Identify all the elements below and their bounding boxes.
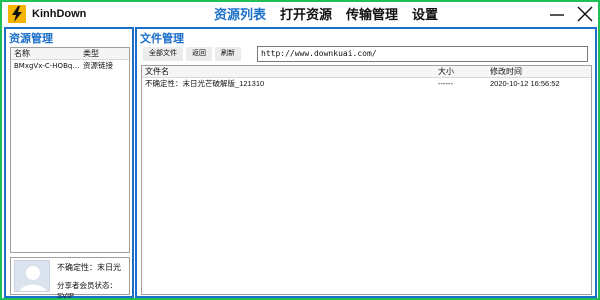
file-panel-title: 文件管理 [140,33,184,45]
column-size[interactable]: 大小 [438,66,454,78]
app-window: KinhDown 资源列表 打开资源 传输管理 设置 资源管理 名称 类型 BM… [0,0,600,300]
resource-type: 资源链接 [83,61,113,70]
nav-transfer-manager[interactable]: 传输管理 [346,6,398,24]
nav-open-resource[interactable]: 打开资源 [280,6,332,24]
refresh-button[interactable]: 刷新 [215,47,241,61]
file-panel: 文件管理 全部文件 返回 刷新 http://www.downkuai.com/… [135,27,597,298]
column-modified[interactable]: 修改时间 [490,66,522,78]
path-input[interactable]: http://www.downkuai.com/ [257,46,588,62]
file-table[interactable]: 文件名 大小 修改时间 不确定性：末日光芒破解版_121310 ------ 2… [141,65,592,295]
resource-name: BMxgVx-C-HOBq… [14,62,80,70]
back-button[interactable]: 返回 [186,47,212,61]
close-icon[interactable] [576,5,594,23]
user-card: 不确定性：末日光 分享者会员状态：SVIP [10,257,130,300]
resource-list[interactable]: 名称 类型 BMxgVx-C-HOBq… 资源链接 [10,47,130,253]
main-nav: 资源列表 打开资源 传输管理 设置 [214,6,438,24]
column-filename[interactable]: 文件名 [145,66,169,78]
column-name[interactable]: 名称 [11,48,83,59]
minimize-icon[interactable] [548,5,566,23]
title-bar: KinhDown 资源列表 打开资源 传输管理 设置 [2,2,598,28]
file-table-header: 文件名 大小 修改时间 [142,66,591,78]
user-name: 不确定性：末日光 [57,263,121,272]
resource-row[interactable]: BMxgVx-C-HOBq… 资源链接 [11,60,129,72]
table-row[interactable]: 不确定性：末日光芒破解版_121310 ------ 2020-10-12 16… [142,78,591,90]
nav-settings[interactable]: 设置 [412,6,438,24]
file-toolbar: 全部文件 返回 刷新 [143,47,241,61]
resource-list-header: 名称 类型 [11,48,129,60]
resource-panel: 资源管理 名称 类型 BMxgVx-C-HOBq… 资源链接 不确定性：末日光 … [4,27,134,300]
user-avatar-icon [14,260,50,292]
nav-resource-list[interactable]: 资源列表 [214,6,266,24]
file-modified: 2020-10-12 16:56:52 [490,79,560,88]
lightning-logo-icon [8,5,26,23]
user-status: 分享者会员状态：SVIP [57,281,117,300]
all-files-button[interactable]: 全部文件 [143,47,183,61]
resource-panel-title: 资源管理 [9,33,53,45]
file-size: ------ [438,79,453,88]
app-name: KinhDown [32,8,87,20]
file-name: 不确定性：末日光芒破解版_121310 [145,79,265,88]
column-type[interactable]: 类型 [83,48,129,59]
